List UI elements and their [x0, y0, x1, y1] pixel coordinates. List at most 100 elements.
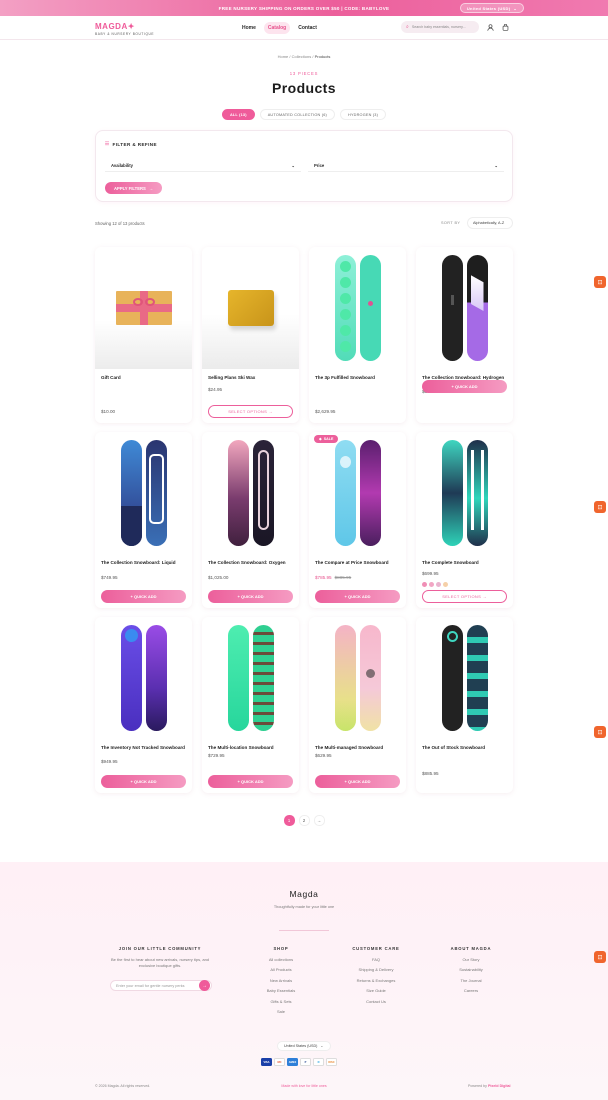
footer-link[interactable]: All Products — [255, 967, 307, 972]
newsletter-submit-button[interactable]: → — [199, 980, 210, 991]
currency-selector[interactable]: United States (USD) ⌄ — [459, 3, 524, 13]
logo[interactable]: MAGDA✦ BABY & NURSERY BOUTIQUE — [95, 22, 154, 36]
product-card[interactable]: The Multi-managed Snowboard $629.95 + QU… — [309, 617, 406, 793]
tab-all[interactable]: ALL (13) — [221, 109, 255, 120]
footer-shop-title: SHOP — [273, 946, 289, 951]
footer-divider — [279, 930, 329, 931]
breadcrumb-home[interactable]: Home — [278, 54, 289, 59]
product-price: $1,025.00 — [208, 575, 229, 580]
newsletter-email-input[interactable]: Enter your email for gentle nursery perk… — [110, 980, 212, 991]
footer-link[interactable]: Baby Essentials — [255, 988, 307, 993]
nav-home[interactable]: Home — [238, 22, 260, 34]
footer-link[interactable]: Gifts & Sets — [255, 999, 307, 1004]
footer-link[interactable]: FAQ — [344, 957, 408, 962]
product-card[interactable]: The Collection Snowboard: Oxygen $1,025.… — [202, 432, 299, 608]
product-name[interactable]: The 3p Fulfilled Snowboard — [315, 375, 400, 381]
footer-link[interactable]: Shipping & Delivery — [344, 967, 408, 972]
color-swatch[interactable] — [429, 582, 434, 587]
product-name[interactable]: The Collection Snowboard: Oxygen — [208, 560, 293, 566]
footer-link[interactable]: Contact Us — [344, 999, 408, 1004]
search-input[interactable]: ⌕ Search baby essentials, nursery... — [401, 21, 479, 33]
product-name[interactable]: Gift Card — [101, 375, 186, 381]
quick-add-button[interactable]: + QUICK ADD — [422, 380, 507, 393]
product-name[interactable]: The Complete Snowboard — [422, 560, 507, 566]
product-price: $949.95 — [101, 759, 118, 764]
footer-tagline: Thoughtfully made for your little one — [273, 905, 335, 909]
product-card[interactable]: The Multi-location Snowboard $729.95 + Q… — [202, 617, 299, 793]
product-name[interactable]: The Multi-location Snowboard — [208, 745, 293, 751]
tab-hydrogen[interactable]: HYDROGEN (3) — [340, 109, 387, 120]
footer-link[interactable]: Size Guide — [344, 988, 408, 993]
cart-icon[interactable] — [501, 23, 510, 32]
account-icon[interactable] — [486, 23, 495, 32]
nav-catalog[interactable]: Catalog — [263, 22, 291, 34]
product-card[interactable]: The Out of Stock Snowboard $885.95 — [416, 617, 513, 793]
product-image — [95, 247, 192, 369]
quick-add-button[interactable]: + QUICK ADD — [315, 590, 400, 603]
quick-add-button[interactable]: + QUICK ADD — [101, 590, 186, 603]
color-swatch[interactable] — [443, 582, 448, 587]
select-options-button[interactable]: SELECT OPTIONS → — [422, 590, 507, 603]
tab-automated-collection[interactable]: AUTOMATED COLLECTION (6) — [259, 109, 335, 120]
quick-add-button[interactable]: + QUICK ADD — [315, 775, 400, 788]
breadcrumb-collections[interactable]: Collections — [292, 54, 312, 59]
product-card[interactable]: The Collection Snowboard: Liquid $749.95… — [95, 432, 192, 608]
footer-link[interactable]: New Arrivals — [255, 978, 307, 983]
product-name[interactable]: The Compare at Price Snowboard — [315, 560, 400, 566]
page-1-button[interactable]: 1 — [283, 815, 295, 826]
product-card[interactable]: ◆ SALE The Compare at Price Snowboard $78… — [309, 432, 406, 608]
color-swatch[interactable] — [436, 582, 441, 587]
footer-link[interactable]: Our Story — [445, 957, 497, 962]
footer-link[interactable]: Returns & Exchanges — [344, 978, 408, 983]
footer-link[interactable]: Sale — [255, 1009, 307, 1014]
powered-by-link[interactable]: Pixeld Digital — [488, 1084, 511, 1088]
footer-link[interactable]: Sustainability — [445, 967, 497, 972]
product-card[interactable]: Gift Card $10.00 — [95, 247, 192, 423]
select-options-button[interactable]: SELECT OPTIONS → — [208, 405, 293, 418]
sale-badge: ◆ SALE — [314, 435, 339, 443]
floating-widget-icon[interactable]: ⊡ — [594, 501, 606, 513]
product-price: $885.95 — [422, 771, 439, 776]
product-card[interactable]: Selling Plans Ski Wax $24.95 SELECT OPTI… — [202, 247, 299, 423]
next-page-button[interactable]: → — [313, 815, 325, 826]
footer-about-title: ABOUT MAGDA — [450, 946, 492, 951]
quick-add-button[interactable]: + QUICK ADD — [208, 775, 293, 788]
quick-add-button[interactable]: + QUICK ADD — [208, 590, 293, 603]
price-select[interactable]: Price ⌄ — [308, 160, 504, 172]
product-card[interactable]: The Inventory Not Tracked Snowboard $949… — [95, 617, 192, 793]
product-image — [202, 247, 299, 369]
color-swatch[interactable] — [422, 582, 427, 587]
gift-box-image — [115, 291, 172, 325]
product-name[interactable]: The Inventory Not Tracked Snowboard — [101, 745, 186, 751]
apply-filters-button[interactable]: APPLY FILTERS → — [105, 182, 162, 194]
country-selector[interactable]: United States (USD) ⌄ — [277, 1041, 331, 1051]
footer-link[interactable]: Careers — [445, 988, 497, 993]
nav-contact[interactable]: Contact — [294, 22, 321, 34]
product-name[interactable]: The Out of Stock Snowboard — [422, 745, 507, 751]
sort-select[interactable]: Alphabetically, A-Z — [467, 217, 513, 229]
product-name[interactable]: Selling Plans Ski Wax — [208, 375, 293, 381]
snowboard-top-image — [441, 440, 463, 546]
powered-by: Powered by Pixeld Digital — [468, 1084, 511, 1088]
page-2-button[interactable]: 2 — [298, 815, 310, 826]
availability-select[interactable]: Availability ⌄ — [105, 160, 301, 172]
product-card[interactable]: The Complete Snowboard $699.95 SELECT OP… — [416, 432, 513, 608]
footer-link[interactable]: All collections — [255, 957, 307, 962]
snowboard-base-image — [466, 255, 488, 361]
collection-count: 13 PIECES — [289, 71, 319, 76]
product-card[interactable]: The 3p Fulfilled Snowboard $2,629.95 — [309, 247, 406, 423]
footer-shop-column: SHOP All collections All Products New Ar… — [255, 946, 307, 1019]
snowboard-base-image — [145, 440, 167, 546]
floating-widget-icon[interactable]: ⊡ — [594, 276, 606, 288]
floating-widget-icon[interactable]: ⊡ — [594, 726, 606, 738]
product-card[interactable]: The Collection Snowboard: Hydrogen $600.… — [416, 247, 513, 423]
product-name[interactable]: The Multi-managed Snowboard — [315, 745, 400, 751]
product-name[interactable]: The Collection Snowboard: Liquid — [101, 560, 186, 566]
floating-widget-icon[interactable]: ⊡ — [594, 951, 606, 963]
product-price: $24.95 — [208, 387, 223, 392]
footer-link[interactable]: The Journal — [445, 978, 497, 983]
product-price: $749.95 — [101, 575, 118, 580]
chevron-down-icon: ⌄ — [291, 163, 295, 168]
site-header: MAGDA✦ BABY & NURSERY BOUTIQUE Home Cata… — [0, 16, 608, 40]
quick-add-button[interactable]: + QUICK ADD — [101, 775, 186, 788]
